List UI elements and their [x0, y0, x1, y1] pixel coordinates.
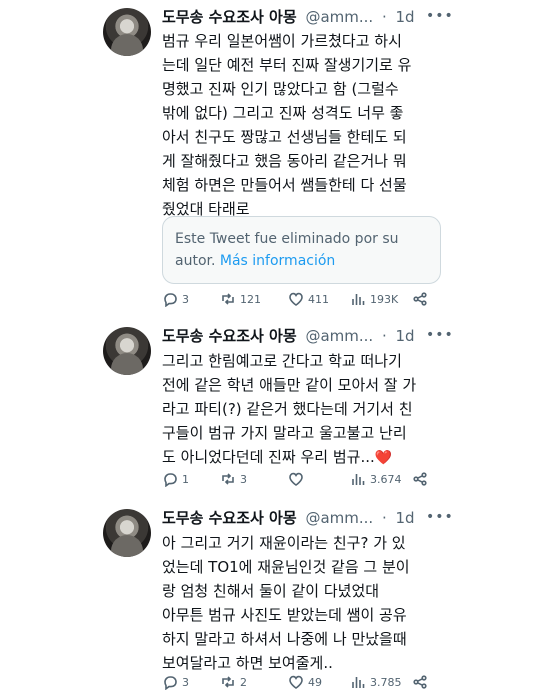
retweet-count: 2: [240, 675, 247, 689]
action-bar: 1 3 3.674: [162, 470, 442, 488]
red-heart-emoji: ❤️: [374, 450, 393, 466]
tweet-header: 도무송 수요조사 아몽 @amm... · 1d: [162, 507, 415, 528]
retweet-button[interactable]: 121: [220, 290, 261, 308]
reply-icon: [164, 473, 177, 487]
tweet-header: 도무송 수요조사 아몽 @amm... · 1d: [162, 325, 415, 346]
quoted-tweet-deleted[interactable]: Este Tweet fue eliminado por su autor. M…: [162, 216, 441, 284]
more-options-icon[interactable]: •••: [426, 9, 453, 23]
handle[interactable]: @amm...: [305, 327, 373, 345]
separator-dot: ·: [381, 8, 387, 26]
reply-button[interactable]: 3: [162, 673, 189, 691]
reply-button[interactable]: 1: [162, 470, 189, 488]
like-button[interactable]: 49: [288, 673, 322, 691]
retweet-count: 3: [240, 472, 247, 486]
views-icon: [352, 677, 365, 688]
reply-icon: [164, 293, 177, 307]
separator-dot: ·: [381, 509, 387, 527]
share-button[interactable]: [412, 470, 432, 488]
share-icon: [413, 675, 427, 689]
more-options-icon[interactable]: •••: [426, 328, 453, 342]
retweet-button[interactable]: 3: [220, 470, 247, 488]
tweet-header: 도무송 수요조사 아몽 @amm... · 1d: [162, 6, 415, 27]
views-icon: [352, 294, 365, 305]
timestamp[interactable]: 1d: [396, 327, 415, 345]
like-count: 49: [308, 675, 322, 689]
tweet-text: 그리고 한림예고로 간다고 학교 떠나기 전에 같은 학년 애들만 같이 모아서…: [162, 352, 417, 466]
share-icon: [413, 292, 427, 306]
like-button[interactable]: 411: [288, 290, 329, 308]
like-count: 411: [308, 292, 329, 306]
reply-icon: [164, 676, 177, 690]
display-name[interactable]: 도무송 수요조사 아몽: [162, 8, 297, 26]
share-button[interactable]: [412, 673, 432, 691]
retweet-icon: [222, 293, 234, 305]
heart-icon: [289, 292, 303, 306]
reply-count: 3: [182, 292, 189, 306]
like-button[interactable]: [288, 470, 308, 488]
timestamp[interactable]: 1d: [396, 8, 415, 26]
avatar[interactable]: [103, 8, 151, 56]
action-bar: 3 121 411 193K: [162, 290, 442, 308]
handle[interactable]: @amm...: [305, 8, 373, 26]
heart-icon: [289, 472, 303, 486]
handle[interactable]: @amm...: [305, 509, 373, 527]
view-count: 3.785: [370, 675, 402, 689]
tweet-text: 아 그리고 거기 재윤이라는 친구? 가 있 었는데 TO1에 재윤님인것 같음…: [162, 534, 410, 672]
action-bar: 3 2 49 3.785: [162, 673, 442, 691]
heart-icon: [289, 675, 303, 689]
separator-dot: ·: [381, 327, 387, 345]
views-icon: [352, 474, 365, 485]
views-button[interactable]: 3.674: [350, 470, 402, 488]
view-count: 193K: [370, 292, 399, 306]
views-button[interactable]: 3.785: [350, 673, 402, 691]
more-info-link[interactable]: Más información: [220, 253, 335, 269]
display-name[interactable]: 도무송 수요조사 아몽: [162, 509, 297, 527]
display-name[interactable]: 도무송 수요조사 아몽: [162, 327, 297, 345]
retweet-button[interactable]: 2: [220, 673, 247, 691]
retweet-icon: [222, 676, 234, 688]
more-options-icon[interactable]: •••: [426, 510, 453, 524]
reply-count: 3: [182, 675, 189, 689]
share-button[interactable]: [412, 290, 432, 308]
avatar[interactable]: [103, 327, 151, 375]
retweet-icon: [222, 473, 234, 485]
tweet-text: 범규 우리 일본어쌤이 가르쳤다고 하시 는데 일단 예전 부터 진짜 잘생기기…: [162, 32, 412, 218]
retweet-count: 121: [240, 292, 261, 306]
timestamp[interactable]: 1d: [396, 509, 415, 527]
share-icon: [413, 472, 427, 486]
views-button[interactable]: 193K: [350, 290, 398, 308]
reply-count: 1: [182, 472, 189, 486]
avatar[interactable]: [103, 509, 151, 557]
view-count: 3.674: [370, 472, 402, 486]
reply-button[interactable]: 3: [162, 290, 189, 308]
